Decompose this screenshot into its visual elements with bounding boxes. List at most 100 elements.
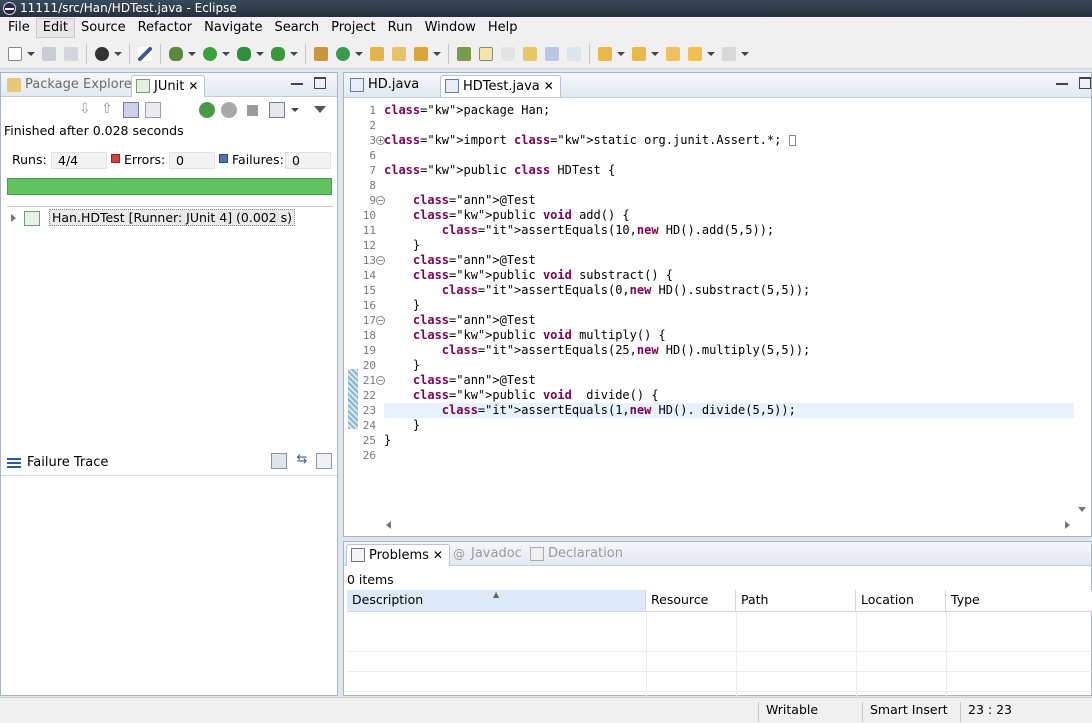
code-line[interactable]: class="ann">@Test — [384, 373, 536, 388]
new-icon[interactable] — [5, 44, 25, 64]
expand-arrow-icon[interactable] — [11, 214, 16, 222]
external-tools-dropdown-icon[interactable] — [289, 44, 298, 64]
close-tab-icon[interactable]: ✕ — [433, 548, 443, 562]
column-path[interactable]: Path — [736, 590, 856, 612]
code-line[interactable]: class="it">assertEquals(25,new HD().mult… — [384, 343, 810, 358]
code-line[interactable]: class="kw">public class HDTest { — [384, 163, 615, 178]
tab-hd-java[interactable]: HD.java — [346, 75, 425, 97]
new-class-icon[interactable] — [333, 44, 353, 64]
code-line[interactable]: class="kw">package Han; — [384, 103, 550, 118]
new-class-dropdown-icon[interactable] — [354, 44, 363, 64]
code-line[interactable]: class="it">assertEquals(1,new HD(). divi… — [384, 403, 1074, 418]
next-annotation-icon[interactable] — [595, 44, 615, 64]
horizontal-scrollbar[interactable] — [384, 518, 1074, 532]
tab-hdtest-java[interactable]: HDTest.java ✕ — [440, 75, 561, 97]
debug-dropdown-icon[interactable] — [187, 44, 196, 64]
code-line[interactable]: class="kw">public void divide() { — [384, 388, 659, 403]
test-history-icon[interactable] — [269, 102, 285, 118]
tab-problems[interactable]: Problems ✕ — [346, 544, 450, 566]
code-line[interactable]: class="kw">public void multiply() { — [384, 328, 666, 343]
code-line[interactable]: class="it">assertEquals(0,new HD().subst… — [384, 283, 810, 298]
close-tab-icon[interactable]: ✕ — [544, 79, 554, 93]
scroll-lock-icon[interactable] — [145, 102, 161, 118]
search-icon[interactable] — [411, 44, 431, 64]
code-line[interactable]: } — [384, 358, 420, 373]
save-icon[interactable] — [39, 44, 59, 64]
back-icon[interactable] — [685, 44, 705, 64]
filter-stack-trace-icon[interactable] — [271, 453, 287, 469]
column-location[interactable]: Location — [856, 590, 946, 612]
search-dropdown-icon[interactable] — [432, 44, 441, 64]
menu-file[interactable]: File — [2, 18, 36, 38]
code-line[interactable]: class="kw">public void substract() { — [384, 268, 673, 283]
code-line[interactable]: class="kw">import class="kw">static org.… — [384, 133, 796, 148]
run-dropdown-icon[interactable] — [221, 44, 230, 64]
profile-dropdown-icon[interactable] — [113, 44, 122, 64]
toggle-breadcrumb-icon[interactable] — [498, 44, 518, 64]
code-line[interactable]: } — [384, 433, 391, 448]
coverage-dropdown-icon[interactable] — [255, 44, 264, 64]
menu-search[interactable]: Search — [268, 18, 325, 38]
toggle-mark-occurrences-icon[interactable] — [476, 44, 496, 64]
menu-navigate[interactable]: Navigate — [198, 18, 268, 38]
column-type[interactable]: Type — [946, 590, 1092, 612]
tab-package-explorer[interactable]: Package Explorer — [3, 75, 143, 97]
tab-declaration[interactable]: Declaration — [526, 544, 629, 566]
minimize-icon[interactable] — [1056, 83, 1068, 85]
back-dropdown-icon[interactable] — [706, 44, 715, 64]
forward-icon[interactable] — [719, 44, 739, 64]
compare-result-icon[interactable]: ⇆ — [294, 453, 310, 469]
external-tools-icon[interactable] — [268, 44, 288, 64]
close-tab-icon[interactable]: ✕ — [188, 79, 198, 93]
view-menu-icon[interactable] — [314, 102, 326, 118]
menu-window[interactable]: Window — [419, 18, 482, 38]
rerun-failed-first-icon[interactable] — [221, 102, 237, 118]
history-dropdown-icon[interactable] — [291, 102, 300, 118]
previous-annotation-icon[interactable] — [629, 44, 649, 64]
rerun-test-icon[interactable] — [199, 102, 215, 118]
show-whitespace-icon[interactable] — [564, 44, 584, 64]
menu-project[interactable]: Project — [325, 18, 381, 38]
profile-icon[interactable] — [92, 44, 112, 64]
run-icon[interactable] — [200, 44, 220, 64]
save-all-icon[interactable] — [61, 44, 81, 64]
code-area[interactable]: class="kw">package Han; class="kw">import… — [384, 99, 1074, 514]
column-resource[interactable]: Resource — [646, 590, 736, 612]
code-line[interactable]: } — [384, 298, 420, 313]
toggle-word-wrap-icon[interactable] — [520, 44, 540, 64]
vertical-scrollbar[interactable] — [1075, 99, 1089, 514]
copy-trace-icon[interactable] — [316, 453, 332, 469]
menu-source[interactable]: Source — [75, 18, 132, 38]
menu-run[interactable]: Run — [382, 18, 419, 38]
code-line[interactable]: } — [384, 418, 420, 433]
tab-javadoc[interactable]: @ Javadoc — [449, 544, 528, 566]
code-line[interactable]: class="it">assertEquals(10,new HD().add(… — [384, 223, 774, 238]
block-selection-icon[interactable] — [542, 44, 562, 64]
new-java-project-icon[interactable] — [311, 44, 331, 64]
code-line[interactable]: } — [384, 238, 420, 253]
next-annotation-dropdown-icon[interactable] — [616, 44, 625, 64]
forward-dropdown-icon[interactable] — [740, 44, 749, 64]
maximize-icon[interactable] — [1079, 77, 1091, 89]
code-line[interactable]: class="ann">@Test — [384, 193, 536, 208]
coverage-icon[interactable] — [234, 44, 254, 64]
tab-junit[interactable]: JUnit ✕ — [131, 75, 206, 97]
test-tree-row[interactable]: Han.HDTest [Runner: JUnit 4] (0.002 s) — [9, 209, 296, 229]
open-type-icon[interactable] — [367, 44, 387, 64]
stop-icon[interactable] — [247, 105, 258, 116]
previous-failure-icon[interactable]: ⇧ — [101, 102, 117, 118]
new-dropdown-icon[interactable] — [26, 44, 35, 64]
menu-help[interactable]: Help — [482, 18, 524, 38]
last-edit-location-icon[interactable] — [663, 44, 683, 64]
minimize-icon[interactable] — [291, 83, 303, 85]
code-line[interactable]: class="ann">@Test — [384, 253, 536, 268]
show-failures-only-icon[interactable] — [123, 102, 139, 118]
debug-icon[interactable] — [166, 44, 186, 64]
maximize-icon[interactable] — [314, 77, 326, 89]
code-line[interactable]: class="ann">@Test — [384, 313, 536, 328]
menu-edit[interactable]: Edit — [35, 18, 75, 38]
previous-annotation-dropdown-icon[interactable] — [650, 44, 659, 64]
annotation-icon[interactable] — [454, 44, 474, 64]
open-task-icon[interactable] — [389, 44, 409, 64]
next-failure-icon[interactable]: ⇩ — [79, 102, 95, 118]
